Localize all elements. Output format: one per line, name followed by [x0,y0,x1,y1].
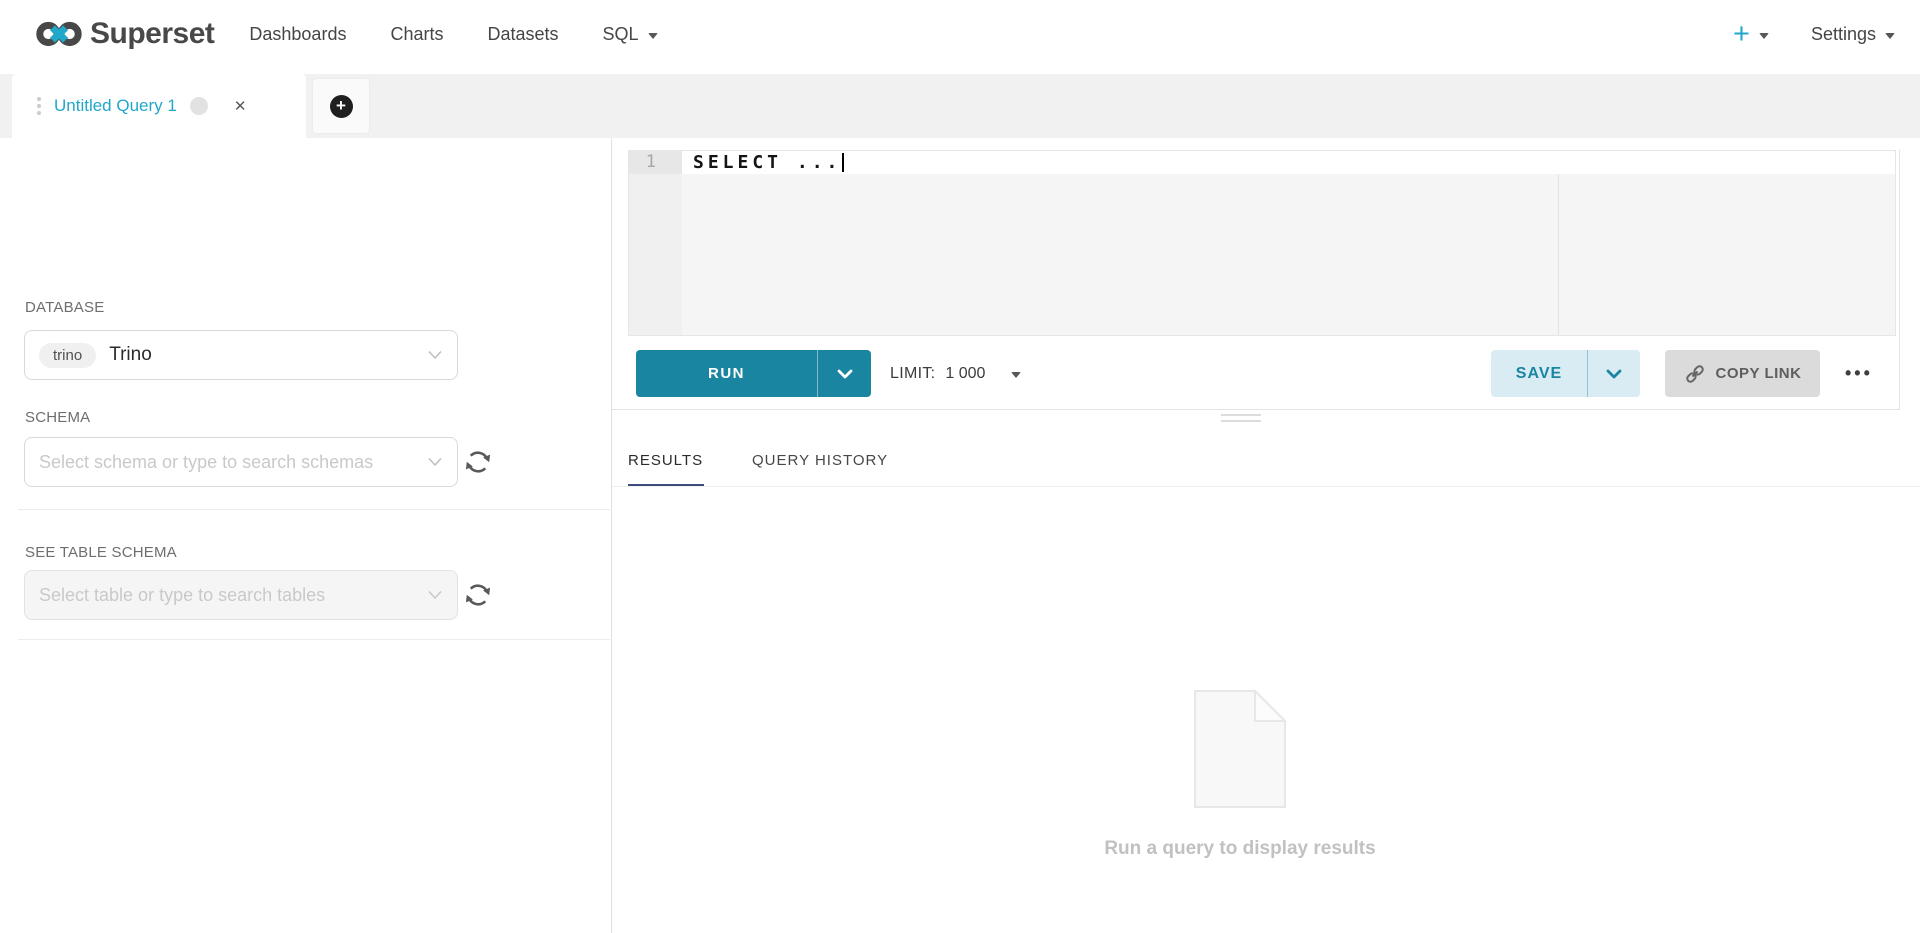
superset-logo-icon [35,16,83,52]
sql-code-editor[interactable]: 1 SELECT ... [628,150,1896,336]
main-nav: Dashboards Charts Datasets SQL [249,24,701,45]
editor-print-margin [1558,151,1559,335]
run-options-button[interactable] [817,350,871,397]
limit-label: LIMIT: [890,365,935,383]
nav-sql-label: SQL [603,24,639,45]
refresh-tables-button[interactable] [464,581,492,609]
limit-dropdown[interactable]: LIMIT: 1 000 [890,350,1021,397]
table-schema-label: SEE TABLE SCHEMA [25,544,177,561]
refresh-icon [464,448,492,476]
empty-results-message: Run a query to display results [1104,838,1375,860]
save-button[interactable]: SAVE [1491,350,1587,397]
link-icon [1684,363,1706,385]
panel-resize-handle[interactable] [1221,414,1261,426]
top-navbar: Superset Dashboards Charts Datasets SQL … [0,0,1920,74]
more-options-button[interactable]: ••• [1845,350,1873,397]
new-item-button[interactable]: + [1733,22,1769,46]
database-label: DATABASE [25,299,104,316]
navbar-right: + Settings [1733,22,1895,46]
empty-document-icon [1192,688,1288,810]
editor-active-line: SELECT ... [682,151,1895,174]
chevron-down-icon [428,591,442,600]
nav-sql-menu[interactable]: SQL [603,24,658,45]
chevron-down-icon [1885,33,1895,39]
chevron-down-icon [648,33,658,39]
text-cursor [842,153,844,172]
tab-title: Untitled Query 1 [54,96,177,116]
copy-link-label: COPY LINK [1716,365,1802,382]
refresh-schemas-button[interactable] [464,448,492,476]
editor-right-edge [1899,150,1900,410]
database-select[interactable]: trino Trino [24,330,458,380]
brand[interactable]: Superset [35,16,214,52]
sql-editor-panel: 1 SELECT ... RUN LIMIT: 1 000 SAVE [612,138,1920,933]
refresh-icon [464,581,492,609]
chevron-down-icon [1606,369,1622,379]
tab-drag-handle-icon [37,96,41,117]
close-tab-icon[interactable]: ✕ [234,97,247,115]
table-placeholder: Select table or type to search tables [39,585,325,606]
editor-gutter [629,151,682,335]
tabs-bottom-border [612,486,1920,487]
database-value: Trino [109,344,152,366]
query-tabbar: Untitled Query 1 ✕ + [0,74,1920,138]
sidebar-divider [18,509,610,510]
new-tab-plus: + [336,97,346,114]
database-type-badge: trino [39,343,96,368]
line-number: 1 [629,151,682,174]
chevron-down-icon [1759,33,1769,39]
sql-code-text: SELECT ... [693,151,841,174]
tab-untitled-query[interactable]: Untitled Query 1 ✕ [12,74,306,138]
save-options-button[interactable] [1587,350,1640,397]
limit-value: 1 000 [945,365,985,383]
plus-circle-icon: + [330,95,353,118]
toolbar-divider [612,409,1899,410]
caret-down-icon [1011,372,1021,378]
schema-placeholder: Select schema or type to search schemas [39,452,373,473]
chevron-down-icon [428,458,442,467]
settings-label: Settings [1811,24,1876,45]
run-split-button: RUN [636,350,871,397]
nav-datasets[interactable]: Datasets [487,24,558,45]
tab-query-history[interactable]: QUERY HISTORY [752,452,888,469]
run-button[interactable]: RUN [636,350,817,397]
table-select[interactable]: Select table or type to search tables [24,570,458,620]
copy-link-button[interactable]: COPY LINK [1665,350,1820,397]
chevron-down-icon [837,369,853,379]
schema-label: SCHEMA [25,409,90,426]
settings-menu[interactable]: Settings [1811,24,1895,45]
save-split-button: SAVE [1491,350,1640,397]
schema-select[interactable]: Select schema or type to search schemas [24,437,458,487]
superset-sql-lab: Superset Dashboards Charts Datasets SQL … [0,0,1920,933]
unsaved-indicator [190,97,208,115]
tab-results[interactable]: RESULTS [628,452,703,469]
new-tab-button[interactable]: + [312,78,370,134]
nav-dashboards[interactable]: Dashboards [249,24,346,45]
sidebar-divider [18,639,610,640]
brand-name: Superset [90,17,214,51]
sql-lab-sidebar: DATABASE trino Trino SCHEMA Select schem… [0,138,612,933]
plus-icon: + [1733,22,1750,46]
chevron-down-icon [428,351,442,360]
nav-charts[interactable]: Charts [390,24,443,45]
